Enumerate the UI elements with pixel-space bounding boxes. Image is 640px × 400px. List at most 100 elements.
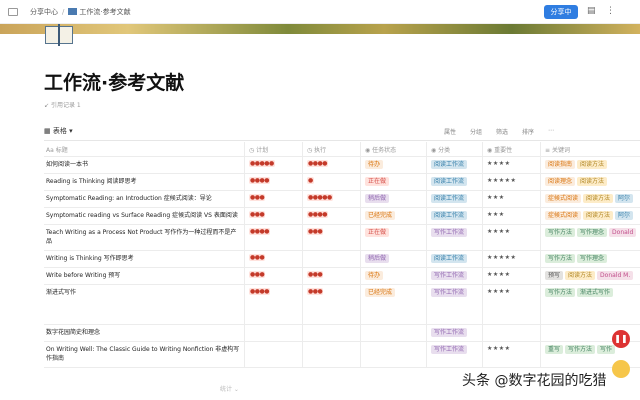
table-row[interactable]: Reading is Thinking 阅读即思考 ●●●● ● 正在做 阅读工作流 ★★… [44,174,640,191]
cell-status[interactable]: 稍后做 [360,251,426,267]
tool-properties[interactable]: 属性 [444,127,456,136]
cell-status[interactable] [360,325,426,341]
breadcrumb-page[interactable]: 工作流·参考文献 [68,7,131,17]
cell-plan[interactable]: ●●● [244,268,302,284]
cell-category[interactable]: 写作工作流 [426,268,482,284]
cell-plan[interactable]: ●●●● [244,225,302,250]
cell-category[interactable]: 阅读工作流 [426,251,482,267]
cell-importance[interactable]: ★★★★ [482,268,540,284]
row-title[interactable]: Teach Writing as a Process Not Product 写… [46,228,240,246]
row-title[interactable]: Symptomatic Reading: an Introduction 症候式… [46,194,240,203]
table-row[interactable]: Symptomatic reading vs Surface Reading 症… [44,208,640,225]
cell-exec[interactable] [302,325,360,341]
row-title[interactable]: 渐进式写作 [46,288,240,297]
cell-exec[interactable]: ●●● [302,268,360,284]
cell-title[interactable]: 数字花园简史和理念 [44,325,244,341]
column-header-keywords[interactable]: ≡ 关键词 [540,142,640,156]
cell-status[interactable] [360,342,426,367]
cell-category[interactable]: 写作工作流 [426,285,482,324]
cell-keywords[interactable]: 症候式阅读 阅读方法 阿尔 [540,208,640,224]
cell-category[interactable]: 写作工作流 [426,342,482,367]
page-title[interactable]: 工作流·参考文献 [44,68,184,95]
share-float-button[interactable]: ❚❚ [612,330,630,348]
cell-plan[interactable]: ●●●●● [244,157,302,173]
cell-keywords[interactable]: 预写 阅读方法 Donald M. [540,268,640,284]
column-header-status[interactable]: ◉ 任务状态 [360,142,426,156]
sidebar-toggle-icon[interactable] [8,7,18,16]
cell-plan[interactable]: ●●●● [244,174,302,190]
row-title[interactable]: On Writing Well: The Classic Guide to Wr… [46,345,240,363]
cell-exec[interactable] [302,342,360,367]
cell-title[interactable]: Write before Writing 预写 [44,268,244,284]
table-row[interactable]: 渐进式写作 ●●●● ●●● 已经完成 写作工作流 ★★★★ 写作方法 渐进式写作 [44,285,640,325]
row-title[interactable]: 如何阅读一本书 [46,160,240,169]
column-header-title[interactable]: Aa 标题 [44,142,244,156]
cell-plan[interactable]: ●●●● [244,285,302,324]
column-header-importance[interactable]: ◉ 重要性 [482,142,540,156]
tool-more[interactable]: ⋯ [548,127,554,134]
breadcrumb-space[interactable]: 分享中心 [30,7,58,17]
cell-exec[interactable]: ●●●●● [302,191,360,207]
column-header-plan[interactable]: ◷ 计划 [244,142,302,156]
doc-icon[interactable]: ▤ [587,6,596,16]
cell-category[interactable]: 阅读工作流 [426,208,482,224]
table-footer-count[interactable]: 统计 ⌄ [220,384,239,393]
cell-keywords[interactable]: 阅读理念 阅读方法 [540,174,640,190]
table-row[interactable]: 数字花园简史和理念 写作工作流 [44,325,640,342]
cell-title[interactable]: Teach Writing as a Process Not Product 写… [44,225,244,250]
cell-status[interactable]: 已经完成 [360,285,426,324]
cell-title[interactable]: Writing is Thinking 写作即思考 [44,251,244,267]
cell-keywords[interactable]: 写作方法 写作理念 [540,251,640,267]
cell-title[interactable]: Reading is Thinking 阅读即思考 [44,174,244,190]
table-row[interactable]: Teach Writing as a Process Not Product 写… [44,225,640,251]
cell-importance[interactable]: ★★★ [482,191,540,207]
cell-status[interactable]: 已经完成 [360,208,426,224]
row-title[interactable]: Write before Writing 预写 [46,271,240,280]
cell-title[interactable]: 渐进式写作 [44,285,244,324]
avatar[interactable] [612,360,630,378]
cell-status[interactable]: 待办 [360,157,426,173]
backlinks[interactable]: ↙ 引用记录 1 [44,100,81,109]
table-row[interactable]: 如何阅读一本书 ●●●●● ●●●● 待办 阅读工作流 ★★★★ 阅读指南 阅读方法 [44,157,640,174]
cell-status[interactable]: 正在做 [360,225,426,250]
row-title[interactable]: Writing is Thinking 写作即思考 [46,254,240,263]
cell-exec[interactable]: ●●● [302,285,360,324]
cell-title[interactable]: Symptomatic Reading: an Introduction 症候式… [44,191,244,207]
tool-group[interactable]: 分组 [470,127,482,136]
cell-importance[interactable] [482,325,540,341]
cell-importance[interactable]: ★★★★★ [482,251,540,267]
row-title[interactable]: Reading is Thinking 阅读即思考 [46,177,240,186]
cell-exec[interactable]: ●●●● [302,157,360,173]
column-header-category[interactable]: ◉ 分类 [426,142,482,156]
table-row[interactable]: Writing is Thinking 写作即思考 ●●● 稍后做 阅读工作流 ★★★★… [44,251,640,268]
table-row[interactable]: Write before Writing 预写 ●●● ●●● 待办 写作工作流 ★★★★… [44,268,640,285]
page-book-icon[interactable] [44,24,74,46]
cell-importance[interactable]: ★★★★★ [482,174,540,190]
cell-keywords[interactable]: 阅读指南 阅读方法 [540,157,640,173]
cell-keywords[interactable]: 写作方法 渐进式写作 [540,285,640,324]
cell-status[interactable]: 稍后做 [360,191,426,207]
table-row[interactable]: On Writing Well: The Classic Guide to Wr… [44,342,640,368]
cell-plan[interactable] [244,342,302,367]
row-title[interactable]: 数字花园简史和理念 [46,328,240,337]
cell-exec[interactable]: ●●● [302,225,360,250]
cell-plan[interactable]: ●●● [244,191,302,207]
cell-importance[interactable]: ★★★★ [482,285,540,324]
cell-plan[interactable]: ●●● [244,251,302,267]
column-header-exec[interactable]: ◷ 执行 [302,142,360,156]
cell-plan[interactable] [244,325,302,341]
cell-title[interactable]: 如何阅读一本书 [44,157,244,173]
cell-plan[interactable]: ●●● [244,208,302,224]
cell-status[interactable]: 正在做 [360,174,426,190]
more-icon[interactable]: ⋮ [606,6,615,16]
cell-exec[interactable]: ● [302,174,360,190]
cell-exec[interactable]: ●●●● [302,208,360,224]
cell-category[interactable]: 阅读工作流 [426,174,482,190]
view-selector[interactable]: ▦ 表格 ▾ [44,126,73,136]
cell-keywords[interactable]: 写作方法 写作理念 Donald [540,225,640,250]
cell-category[interactable]: 写作工作流 [426,225,482,250]
cell-category[interactable]: 写作工作流 [426,325,482,341]
cell-importance[interactable]: ★★★★ [482,342,540,367]
tool-filter[interactable]: 筛选 [496,127,508,136]
tool-sort[interactable]: 排序 [522,127,534,136]
